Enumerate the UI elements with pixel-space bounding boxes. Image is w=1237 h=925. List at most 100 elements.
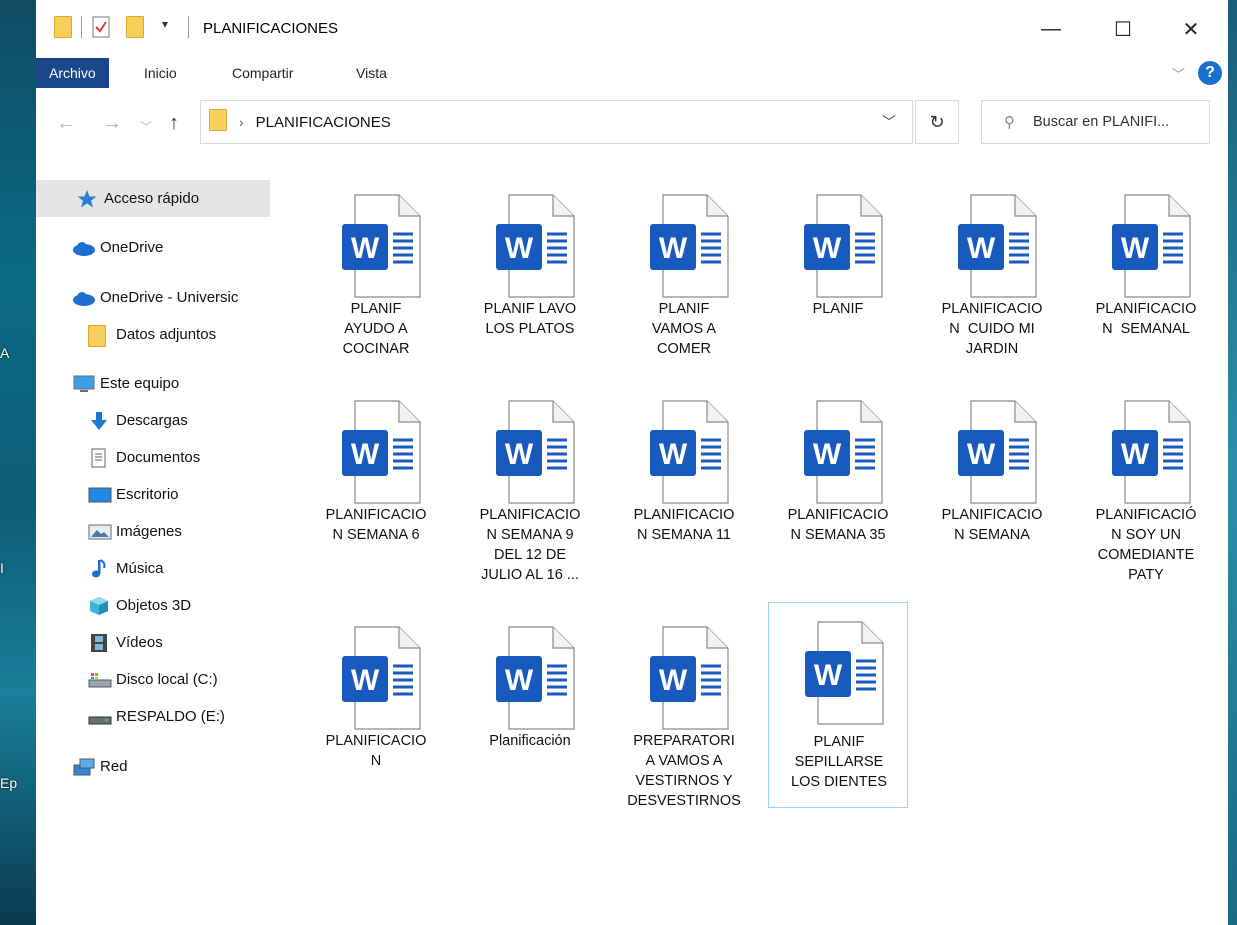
sidebar-item-label: Vídeos — [116, 634, 163, 651]
file-explorer-window: ▾ PLANIFICACIONES — ☐ ✕ Archivo Inicio C… — [36, 0, 1228, 925]
file-item[interactable]: W PLANIFICACIO N SEMANA — [922, 382, 1062, 582]
forward-arrow-icon[interactable]: → — [102, 112, 122, 135]
sidebar-item-objetos-3d[interactable]: Objetos 3D — [36, 587, 270, 624]
back-arrow-icon[interactable]: ← — [56, 112, 76, 135]
sidebar-item-disco-local-c[interactable]: Disco local (C:) — [36, 661, 270, 698]
sidebar-item-onedrive-universidad[interactable]: OneDrive - Universic — [36, 279, 270, 316]
properties-icon[interactable] — [92, 16, 110, 38]
desktop-icon-label: A — [0, 345, 10, 361]
sidebar-item-descargas[interactable]: Descargas — [36, 402, 270, 439]
file-name-line: COMEDIANTE — [1097, 547, 1195, 563]
music-note-icon — [88, 558, 110, 579]
file-name: PLANIF SEPILLARSE LOS DIENTES — [771, 732, 907, 792]
file-item[interactable]: W PLANIFICACIO N SEMANAL — [1076, 176, 1216, 376]
sidebar-item-label: Música — [116, 560, 164, 577]
star-icon — [76, 189, 98, 209]
tab-archivo[interactable]: Archivo — [36, 58, 109, 88]
sidebar-item-label: Datos adjuntos — [116, 326, 217, 343]
svg-text:W: W — [351, 664, 380, 697]
file-item[interactable]: W PLANIFICACIO N CUIDO MI JARDIN — [922, 176, 1062, 376]
file-name-line: PREPARATORI — [633, 733, 735, 749]
file-item[interactable]: W PREPARATORI A VAMOS A VESTIRNOS Y DESVESTI… — [614, 608, 754, 809]
file-name-line: PLANIF LAVO — [483, 301, 577, 317]
file-item[interactable]: W PLANIFICACIO N SEMANA 9 DEL 12 DE JULIO AL… — [460, 382, 600, 583]
svg-text:W: W — [505, 664, 534, 697]
file-name: PLANIF LAVO LOS PLATOS — [462, 299, 598, 339]
sidebar-item-label: OneDrive — [100, 239, 164, 256]
file-item[interactable]: W PLANIFICACIO N SEMANA 11 — [614, 382, 754, 582]
word-document-icon: W — [496, 400, 575, 504]
sidebar-item-videos[interactable]: Vídeos — [36, 624, 270, 661]
tab-compartir[interactable]: Compartir — [232, 58, 293, 88]
file-name: PLANIFICACIO N SEMANA 11 — [616, 505, 752, 545]
sidebar-item-acceso-rapido[interactable]: Acceso rápido — [36, 180, 270, 217]
title-bar: ▾ PLANIFICACIONES — ☐ ✕ — [36, 0, 1228, 58]
window-title: PLANIFICACIONES — [203, 20, 339, 37]
address-dropdown-chevron-icon[interactable]: ﹀ — [882, 112, 896, 132]
file-name-line: VAMOS A — [651, 321, 717, 337]
refresh-button[interactable]: ↻ — [915, 100, 959, 144]
expand-ribbon-chevron-icon[interactable]: ﹀ — [1172, 64, 1185, 83]
file-name-line: N SEMANAL — [1102, 321, 1190, 337]
file-item[interactable]: W PLANIF LAVO LOS PLATOS — [460, 176, 600, 376]
breadcrumb-planificaciones[interactable]: PLANIFICACIONES — [256, 114, 391, 131]
new-folder-icon[interactable] — [126, 16, 144, 38]
drive-icon — [88, 670, 112, 690]
file-item[interactable]: W PLANIF — [768, 176, 908, 376]
file-item[interactable]: W PLANIFICACIO N — [306, 608, 446, 808]
svg-text:W: W — [813, 232, 842, 265]
up-arrow-icon[interactable]: ↑ — [169, 112, 179, 135]
sidebar-item-label: Escritorio — [116, 486, 179, 503]
cloud-icon — [72, 288, 95, 308]
sidebar-item-respaldo-e[interactable]: RESPALDO (E:) — [36, 698, 270, 735]
recent-locations-chevron-icon[interactable]: ﹀ — [140, 118, 152, 135]
word-document-icon: W — [650, 400, 729, 504]
sidebar-item-label: Descargas — [116, 412, 188, 429]
file-name: PLANIFICACIO N SEMANA 35 — [770, 505, 906, 545]
file-name-line: SEPILLARSE — [794, 754, 884, 770]
file-name: PLANIFICACIÓ N SOY UN COMEDIANTE PATY — [1078, 505, 1214, 585]
file-item[interactable]: W PLANIF AYUDO A COCINAR — [306, 176, 446, 376]
sidebar-item-musica[interactable]: Música — [36, 550, 270, 587]
folder-icon — [88, 324, 110, 347]
close-button[interactable]: ✕ — [1176, 14, 1206, 44]
file-item[interactable]: W PLANIFICACIÓ N SOY UN COMEDIANTE PATY — [1076, 382, 1216, 585]
refresh-icon: ↻ — [929, 111, 945, 132]
sidebar-item-escritorio[interactable]: Escritorio — [36, 476, 270, 513]
file-name-line: Planificación — [489, 733, 571, 749]
minimize-button[interactable]: — — [1036, 14, 1066, 44]
file-name-line: PLANIFICACIO — [941, 301, 1043, 317]
desktop-background-right — [1228, 0, 1237, 925]
file-item[interactable]: W PLANIF VAMOS A COMER — [614, 176, 754, 376]
file-name-line: PLANIFICACIO — [941, 507, 1043, 523]
svg-text:W: W — [967, 232, 996, 265]
file-name-line: N SEMANA 35 — [790, 527, 886, 543]
folder-icon — [209, 108, 227, 136]
tab-inicio[interactable]: Inicio — [144, 58, 177, 88]
file-name-line: PLANIFICACIO — [633, 507, 735, 523]
sidebar-item-este-equipo[interactable]: Este equipo — [36, 365, 270, 402]
help-icon[interactable]: ? — [1198, 61, 1222, 85]
file-item[interactable]: W PLANIFICACIO N SEMANA 35 — [768, 382, 908, 582]
search-box[interactable]: ⚲ Buscar en PLANIFI... — [981, 100, 1210, 144]
file-item[interactable]: W PLANIF SEPILLARSE LOS DIENTES — [768, 602, 908, 808]
file-item[interactable]: W Planificación — [460, 608, 600, 808]
sidebar-item-documentos[interactable]: Documentos — [36, 439, 270, 476]
maximize-button[interactable]: ☐ — [1108, 14, 1138, 44]
address-bar[interactable]: › PLANIFICACIONES — [200, 100, 913, 144]
customize-quick-access-icon[interactable]: ▾ — [162, 17, 168, 31]
file-name-line: PLANIF — [350, 301, 402, 317]
word-document-icon: W — [958, 194, 1037, 298]
sidebar-item-imagenes[interactable]: Imágenes — [36, 513, 270, 550]
word-document-icon: W — [496, 194, 575, 298]
sidebar-item-red[interactable]: Red — [36, 748, 270, 785]
file-name: Planificación — [462, 731, 598, 751]
search-icon: ⚲ — [1004, 114, 1015, 131]
sidebar-item-label: Disco local (C:) — [116, 671, 218, 688]
file-item[interactable]: W PLANIFICACIO N SEMANA 6 — [306, 382, 446, 582]
sidebar-item-onedrive[interactable]: OneDrive — [36, 229, 270, 266]
word-document-icon: W — [342, 400, 421, 504]
sidebar-item-datos-adjuntos[interactable]: Datos adjuntos — [36, 316, 270, 353]
tab-vista[interactable]: Vista — [356, 58, 387, 88]
svg-text:W: W — [505, 232, 534, 265]
